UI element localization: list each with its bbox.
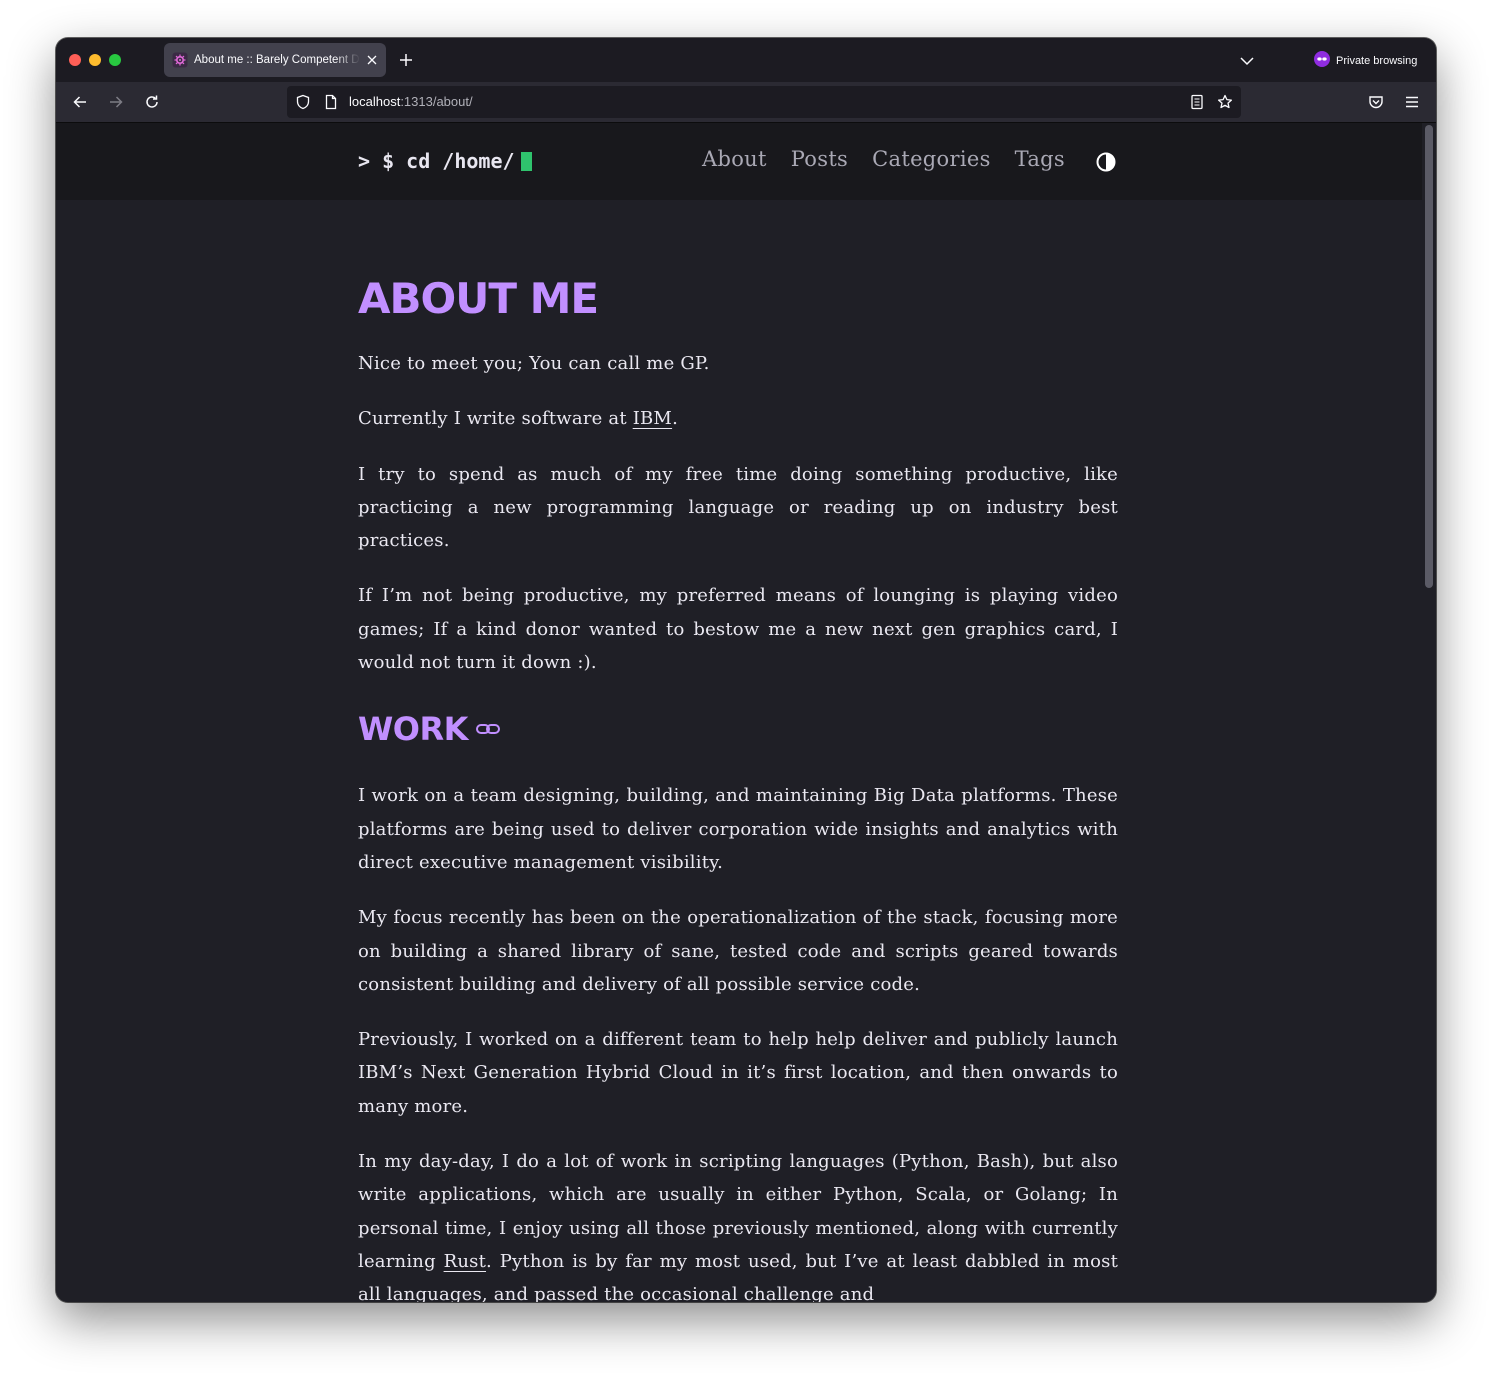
work-paragraph-1: I work on a team designing, building, an…: [358, 785, 1118, 873]
tab-strip: About me :: Barely Competent Dev Private…: [56, 38, 1436, 82]
terminal-cursor: [520, 151, 532, 171]
web-page: > $ cd /home/ About Posts Categories Tag…: [56, 123, 1422, 1302]
work-paragraph-3: Previously, I worked on a different team…: [358, 1029, 1118, 1117]
reader-view-icon[interactable]: [1189, 94, 1205, 110]
minimize-window-button[interactable]: [89, 54, 101, 66]
site-logo[interactable]: > $ cd /home/: [358, 149, 532, 173]
tab-close-icon[interactable]: [364, 52, 380, 68]
logo-text: > $ cd /home/: [358, 149, 515, 173]
intro-paragraph-4: If I’m not being productive, my preferre…: [358, 585, 1118, 674]
url-text[interactable]: localhost:1313/about/: [349, 94, 473, 109]
page-info-icon[interactable]: [323, 94, 339, 110]
private-browsing-label: Private browsing: [1336, 55, 1418, 67]
intro-paragraph-3: I try to spend as much of my free time d…: [358, 463, 1118, 552]
ibm-link[interactable]: IBM: [633, 408, 672, 429]
app-menu-icon[interactable]: [1404, 94, 1420, 110]
navigation-toolbar: localhost:1313/about/: [56, 82, 1436, 123]
page-scrollbar[interactable]: [1422, 123, 1436, 1302]
work-heading-text: Work: [358, 710, 468, 749]
back-arrow-icon[interactable]: [72, 94, 88, 110]
intro-paragraph-1: Nice to meet you; You can call me GP.: [358, 353, 710, 374]
menu-item-posts[interactable]: Posts: [791, 147, 848, 171]
site-header: > $ cd /home/ About Posts Categories Tag…: [56, 123, 1422, 200]
forward-arrow-icon[interactable]: [108, 94, 124, 110]
url-host: localhost: [349, 94, 401, 109]
private-mask-icon: [1314, 51, 1330, 71]
address-bar[interactable]: localhost:1313/about/: [287, 86, 1241, 118]
work-paragraph-4: In my day-day, I do a lot of work in scr…: [358, 1145, 1118, 1302]
private-browsing-indicator: Private browsing: [1314, 51, 1417, 71]
site-favicon-icon: [172, 52, 188, 68]
heading-anchor-link-icon[interactable]: [475, 722, 500, 736]
site-menu: About Posts Categories Tags: [702, 147, 1089, 171]
browser-window: About me :: Barely Competent Dev Private…: [56, 38, 1436, 1302]
work-heading: Work: [358, 709, 1118, 749]
menu-item-categories[interactable]: Categories: [872, 147, 991, 171]
rust-link[interactable]: Rust: [444, 1251, 486, 1272]
intro-paragraph-2-end: .: [672, 408, 678, 430]
page-title: About me: [358, 274, 599, 323]
intro-paragraph-2: Currently I write software at IBM.: [358, 402, 1118, 435]
tracking-shield-icon[interactable]: [295, 94, 311, 110]
pocket-icon[interactable]: [1368, 94, 1384, 110]
list-all-tabs-icon[interactable]: [1239, 53, 1255, 67]
menu-item-about[interactable]: About: [702, 147, 767, 171]
tab-about-me[interactable]: About me :: Barely Competent Dev: [164, 43, 386, 77]
reload-icon[interactable]: [144, 94, 160, 110]
tab-title: About me :: Barely Competent Dev: [194, 54, 360, 66]
new-tab-icon[interactable]: [398, 52, 414, 68]
work-paragraph-2: My focus recently has been on the operat…: [358, 907, 1118, 995]
url-path: :1313/about/: [400, 94, 473, 109]
theme-toggle-icon[interactable]: [1095, 151, 1117, 173]
menu-item-tags[interactable]: Tags: [1015, 147, 1065, 171]
article: About me Nice to meet you; You can call …: [358, 200, 1118, 1302]
intro-paragraph-2-text: Currently I write software at: [358, 408, 633, 430]
bookmark-star-icon[interactable]: [1217, 94, 1233, 110]
maximize-window-button[interactable]: [109, 54, 121, 66]
scrollbar-thumb[interactable]: [1425, 125, 1433, 588]
close-window-button[interactable]: [69, 54, 81, 66]
